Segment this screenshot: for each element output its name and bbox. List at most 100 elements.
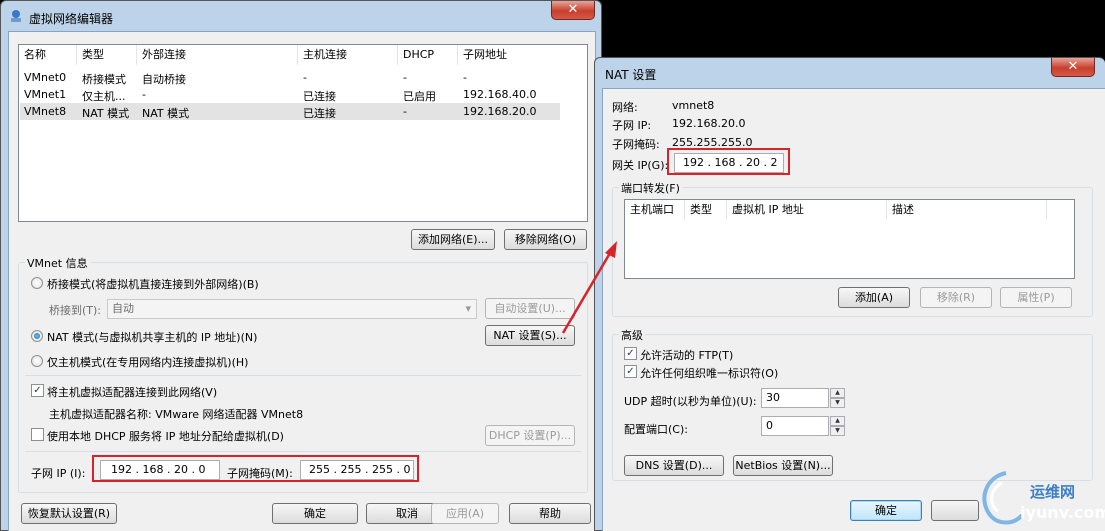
row-cell: 192.168.20.0 xyxy=(463,105,537,118)
col-header-dhcp[interactable]: DHCP xyxy=(398,45,458,65)
active-ftp-checkbox[interactable]: ✓ xyxy=(624,347,637,360)
nat-settings-window: NAT 设置 ✕ 网络: vmnet8 子网 IP: 192.168.20.0 … xyxy=(594,57,1105,531)
row-cell: NAT 模式 xyxy=(142,107,190,120)
bridge-to-select[interactable]: 自动 ▾ xyxy=(107,299,477,319)
editor-client-area: 名称 类型 外部连接 主机连接 DHCP 子网地址 VMnet0 桥接模式 自动… xyxy=(8,31,596,531)
gateway-highlight-box xyxy=(667,148,790,175)
row-cell: NAT 模式 xyxy=(82,107,130,120)
host-only-label[interactable]: 仅主机模式(在专用网络内连接虚拟机)(H) xyxy=(47,354,248,370)
nat-mode-label[interactable]: NAT 模式(与虚拟机共享主机的 IP 地址)(N) xyxy=(47,329,257,345)
col-header-name[interactable]: 名称 xyxy=(19,45,77,65)
row-cell: - xyxy=(403,71,407,84)
chevron-up-icon[interactable]: ▲ xyxy=(830,416,845,426)
vmnet-info-title: VMnet 信息 xyxy=(25,255,90,271)
row-cell: VMnet8 xyxy=(24,105,67,118)
window-title: 虚拟网络编辑器 xyxy=(29,12,114,26)
row-cell: 192.168.40.0 xyxy=(463,88,537,101)
pf-col-type[interactable]: 类型 xyxy=(685,200,727,220)
pf-properties-button[interactable]: 属性(P) xyxy=(1000,287,1072,308)
close-icon: ✕ xyxy=(1067,59,1079,74)
bridge-mode-label[interactable]: 桥接模式(将虚拟机直接连接到外部网络)(B) xyxy=(47,276,259,292)
chevron-down-icon: ▾ xyxy=(465,302,471,315)
watermark-swirl-icon xyxy=(982,471,1024,525)
nat-close-button[interactable]: ✕ xyxy=(1051,58,1095,77)
table-row-selected[interactable]: VMnet8 NAT 模式 NAT 模式 已连接 - 192.168.20.0 xyxy=(20,103,560,120)
nat-subnet-ip-value: 192.168.20.0 xyxy=(672,117,746,130)
config-port-value: 0 xyxy=(766,419,773,432)
divider xyxy=(25,375,581,376)
row-cell: - xyxy=(142,88,146,101)
port-forward-title: 端口转发(F) xyxy=(619,180,682,196)
table-row[interactable]: VMnet1 仅主机... - 已连接 已启用 192.168.40.0 xyxy=(20,86,560,103)
virtual-network-editor-window: 虚拟网络编辑器 ✕ 名称 类型 外部连接 主机连接 DHCP 子网地址 VMne… xyxy=(0,0,602,531)
bridge-to-label: 桥接到(T): xyxy=(49,304,102,317)
add-network-button[interactable]: 添加网络(E)... xyxy=(411,229,495,250)
col-header-external[interactable]: 外部连接 xyxy=(137,45,298,65)
config-port-stepper[interactable]: ▲ ▼ xyxy=(830,416,845,436)
active-ftp-label[interactable]: 允许活动的 FTP(T) xyxy=(640,347,733,363)
pf-col-description[interactable]: 描述 xyxy=(887,200,1047,220)
row-cell: VMnet1 xyxy=(24,88,67,101)
udp-timeout-label: UDP 超时(以秒为单位)(U): xyxy=(624,395,757,408)
network-table: 名称 类型 外部连接 主机连接 DHCP 子网地址 VMnet0 桥接模式 自动… xyxy=(18,44,588,222)
nat-mode-radio[interactable] xyxy=(31,330,43,342)
row-cell: 已连接 xyxy=(303,90,336,103)
pf-col-host-port[interactable]: 主机端口 xyxy=(625,200,685,220)
dhcp-label[interactable]: 使用本地 DHCP 服务将 IP 地址分配给虚拟机(D) xyxy=(47,428,284,444)
subnet-highlight-box xyxy=(92,455,419,482)
host-only-radio[interactable] xyxy=(31,355,43,367)
close-button[interactable]: ✕ xyxy=(551,1,595,20)
any-oui-label[interactable]: 允许任何组织唯一标识符(O) xyxy=(640,365,778,381)
ok-button[interactable]: 确定 xyxy=(272,503,358,524)
apply-button[interactable]: 应用(A) xyxy=(431,503,499,524)
row-cell: - xyxy=(303,71,307,84)
port-forward-table: 主机端口 类型 虚拟机 IP 地址 描述 xyxy=(624,199,1075,279)
table-row[interactable]: VMnet0 桥接模式 自动桥接 - - - xyxy=(20,69,560,86)
connect-adapter-label[interactable]: 将主机虚拟适配器连接到此网络(V) xyxy=(47,384,217,400)
divider xyxy=(25,451,581,452)
pf-add-button[interactable]: 添加(A) xyxy=(838,287,910,308)
row-cell: 已启用 xyxy=(403,90,436,103)
udp-timeout-stepper[interactable]: ▲ ▼ xyxy=(830,388,845,408)
nat-window-title: NAT 设置 xyxy=(605,68,657,82)
dhcp-settings-button[interactable]: DHCP 设置(P)... xyxy=(485,425,575,446)
subnet-ip-label: 子网 IP (I): xyxy=(31,467,86,480)
row-cell: 桥接模式 xyxy=(82,73,126,86)
chevron-up-icon[interactable]: ▲ xyxy=(830,388,845,398)
nat-ok-button[interactable]: 确定 xyxy=(850,500,922,521)
connect-adapter-checkbox[interactable]: ✓ xyxy=(31,384,44,397)
row-cell: 已连接 xyxy=(303,107,336,120)
col-header-host[interactable]: 主机连接 xyxy=(298,45,398,65)
dhcp-checkbox[interactable] xyxy=(31,428,44,441)
bridge-to-value: 自动 xyxy=(112,302,134,315)
app-icon xyxy=(9,9,23,23)
watermark-logo: 运维网 iyunv.com xyxy=(968,465,1105,531)
pf-remove-button[interactable]: 移除(R) xyxy=(920,287,992,308)
nat-title-bar[interactable]: NAT 设置 ✕ xyxy=(595,58,1105,88)
row-cell: 仅主机... xyxy=(82,90,126,103)
title-bar[interactable]: 虚拟网络编辑器 ✕ xyxy=(1,1,601,31)
gateway-label: 网关 IP(G): xyxy=(612,159,669,172)
chevron-down-icon[interactable]: ▼ xyxy=(830,398,845,408)
watermark-en: iyunv.com xyxy=(1020,503,1105,522)
netbios-settings-button[interactable]: NetBios 设置(N)... xyxy=(733,455,833,476)
chevron-down-icon[interactable]: ▼ xyxy=(830,426,845,436)
nat-subnet-ip-label: 子网 IP: xyxy=(612,119,652,132)
dns-settings-button[interactable]: DNS 设置(D)... xyxy=(624,455,724,476)
row-cell: - xyxy=(403,105,407,118)
config-port-input[interactable]: 0 xyxy=(761,416,829,436)
bridge-mode-radio[interactable] xyxy=(31,277,43,289)
network-label: 网络: xyxy=(612,101,638,114)
any-oui-checkbox[interactable]: ✓ xyxy=(624,365,637,378)
row-cell: - xyxy=(463,71,467,84)
udp-timeout-value: 30 xyxy=(766,391,780,404)
restore-defaults-button[interactable]: 恢复默认设置(R) xyxy=(21,503,117,524)
nat-subnet-mask-label: 子网掩码: xyxy=(612,138,660,151)
pf-col-vm-ip[interactable]: 虚拟机 IP 地址 xyxy=(727,200,887,220)
help-button[interactable]: 帮助 xyxy=(509,503,591,524)
col-header-type[interactable]: 类型 xyxy=(77,45,137,65)
col-header-subnet[interactable]: 子网地址 xyxy=(458,45,558,65)
watermark-cn: 运维网 xyxy=(1030,483,1076,501)
annotation-arrow xyxy=(561,241,617,334)
udp-timeout-input[interactable]: 30 xyxy=(761,388,829,408)
